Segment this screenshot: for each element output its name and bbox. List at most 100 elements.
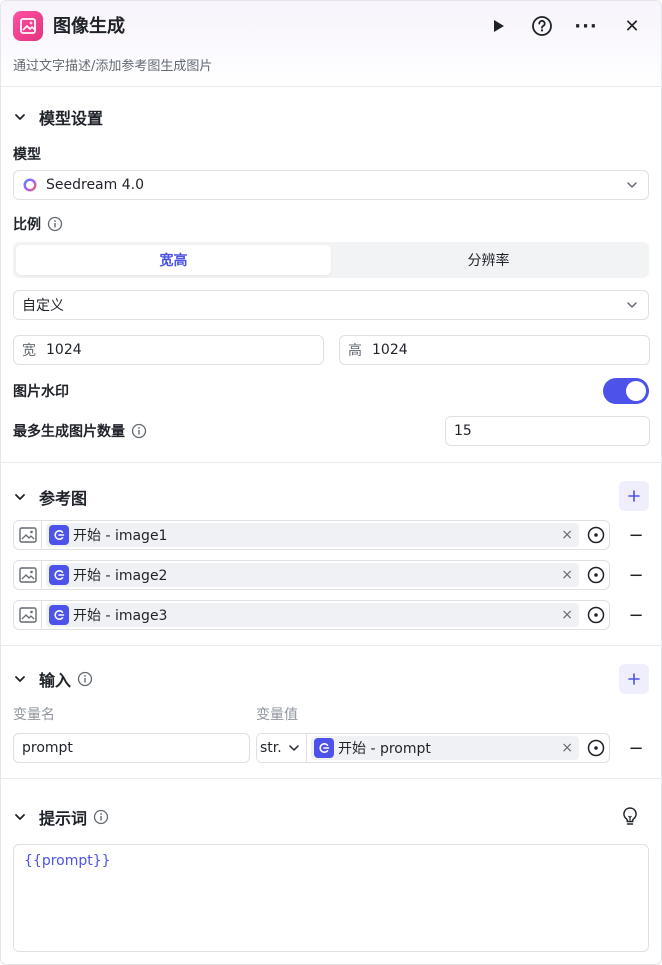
- remove-reference-button[interactable]: −: [625, 524, 647, 546]
- height-input[interactable]: 高 1024: [339, 335, 650, 365]
- chevron-down-icon: [13, 110, 27, 124]
- ratio-label-text: 比例: [13, 217, 41, 233]
- select-variable-button[interactable]: [583, 566, 609, 584]
- reference-image-row: 开始 - image2 ×: [13, 560, 610, 590]
- remove-reference-button[interactable]: −: [625, 604, 647, 626]
- ratio-preset-value: 自定义: [22, 298, 64, 314]
- remove-input-button[interactable]: −: [625, 737, 647, 759]
- input-section-title: 输入: [39, 671, 72, 690]
- ref-source: 开始: [73, 568, 101, 584]
- more-options-button[interactable]: ···: [573, 13, 599, 39]
- prompt-section-header[interactable]: 提示词: [13, 805, 109, 829]
- toggle-knob: [626, 381, 646, 401]
- ref-variable: image1: [114, 528, 168, 544]
- close-button[interactable]: ✕: [619, 13, 645, 39]
- target-icon: [587, 526, 605, 544]
- target-icon: [587, 566, 605, 584]
- type-select-value: str.: [260, 740, 282, 756]
- image-type-icon: [14, 601, 42, 629]
- chevron-down-icon: [626, 179, 638, 191]
- reference-images-section: 参考图 开始 - image1 × − 开始 - image2 × − 开始 -…: [1, 463, 661, 646]
- image-type-icon: [14, 521, 42, 549]
- info-icon[interactable]: [93, 809, 109, 825]
- run-button[interactable]: [485, 13, 511, 39]
- variable-reference-text: 开始 - image1: [73, 525, 167, 545]
- width-input[interactable]: 宽 1024: [13, 335, 324, 365]
- width-prefix: 宽: [22, 343, 36, 359]
- type-select[interactable]: str.: [257, 734, 307, 762]
- clear-reference-button[interactable]: ×: [561, 607, 573, 623]
- clear-reference-button[interactable]: ×: [561, 527, 573, 543]
- max-images-label: 最多生成图片数量: [13, 421, 147, 441]
- image-generation-app-icon: [13, 11, 43, 41]
- ref-source: 开始: [73, 608, 101, 624]
- chevron-down-icon: [626, 299, 638, 311]
- variable-reference-tag: 开始 - prompt ×: [311, 736, 579, 760]
- start-node-icon: [49, 525, 69, 545]
- target-icon: [587, 739, 605, 757]
- max-images-input[interactable]: 15: [445, 416, 650, 446]
- variable-reference-tag: 开始 - image2 ×: [46, 563, 579, 587]
- reference-images-title: 参考图: [39, 489, 88, 508]
- variable-name-value: prompt: [22, 740, 73, 756]
- variable-name-column-label: 变量名: [13, 707, 55, 723]
- watermark-label: 图片水印: [13, 384, 69, 400]
- remove-reference-button[interactable]: −: [625, 564, 647, 586]
- height-value: 1024: [372, 342, 408, 358]
- tab-width-height[interactable]: 宽高: [16, 245, 331, 275]
- image-generation-panel: 图像生成 通过文字描述/添加参考图生成图片 ··· ✕ 模型设置 模型 Seed…: [0, 0, 662, 965]
- ref-variable: image3: [114, 608, 168, 624]
- variable-reference-tag: 开始 - image1 ×: [46, 523, 579, 547]
- add-reference-image-button[interactable]: [619, 481, 649, 511]
- model-select[interactable]: Seedream 4.0: [13, 170, 649, 200]
- reference-image-row: 开始 - image3 ×: [13, 600, 610, 630]
- select-variable-button[interactable]: [583, 606, 609, 624]
- variable-reference-tag: 开始 - image3 ×: [46, 603, 579, 627]
- start-node-icon: [49, 565, 69, 585]
- add-input-button[interactable]: [619, 664, 649, 694]
- clear-reference-button[interactable]: ×: [561, 567, 573, 583]
- info-icon[interactable]: [131, 423, 147, 439]
- model-label: 模型: [13, 147, 41, 163]
- ref-separator: -: [101, 568, 115, 584]
- ratio-mode-tabs: 宽高 分辨率: [13, 242, 649, 278]
- model-settings-header[interactable]: 模型设置: [13, 105, 103, 129]
- model-select-value: Seedream 4.0: [46, 177, 144, 193]
- max-images-label-text: 最多生成图片数量: [13, 424, 125, 440]
- select-variable-button[interactable]: [583, 526, 609, 544]
- width-value: 1024: [46, 342, 82, 358]
- ref-separator: -: [101, 528, 115, 544]
- ref-source: 开始: [338, 741, 366, 757]
- clear-reference-button[interactable]: ×: [561, 740, 573, 756]
- play-icon: [494, 20, 504, 32]
- variable-reference-text: 开始 - image3: [73, 605, 167, 625]
- prompt-suggestion-button[interactable]: [619, 805, 641, 827]
- info-icon[interactable]: [47, 216, 63, 232]
- help-button[interactable]: [529, 13, 555, 39]
- ref-separator: -: [366, 741, 380, 757]
- ratio-preset-select[interactable]: 自定义: [13, 290, 649, 320]
- input-section-header[interactable]: 输入: [13, 667, 93, 691]
- reference-image-row: 开始 - image1 ×: [13, 520, 610, 550]
- height-prefix: 高: [348, 343, 362, 359]
- watermark-toggle[interactable]: [603, 378, 649, 404]
- input-section: 输入 变量名 变量值 prompt str. 开始 - prompt × −: [1, 646, 661, 779]
- variable-value-column-label: 变量值: [256, 707, 298, 723]
- prompt-textarea[interactable]: {{prompt}}: [13, 844, 649, 952]
- select-variable-button[interactable]: [583, 739, 609, 757]
- reference-images-header[interactable]: 参考图: [13, 485, 87, 509]
- plus-icon: [628, 490, 640, 502]
- info-icon[interactable]: [77, 671, 93, 687]
- chevron-down-icon: [13, 672, 27, 686]
- model-settings-title: 模型设置: [39, 109, 104, 128]
- target-icon: [587, 606, 605, 624]
- tab-resolution[interactable]: 分辨率: [331, 245, 646, 275]
- variable-value-field: str. 开始 - prompt ×: [256, 733, 610, 763]
- ratio-label: 比例: [13, 214, 63, 234]
- lightbulb-icon: [623, 807, 637, 825]
- plus-icon: [628, 673, 640, 685]
- chevron-down-icon: [13, 810, 27, 824]
- start-node-icon: [314, 738, 334, 758]
- max-images-value: 15: [454, 423, 472, 439]
- variable-name-input[interactable]: prompt: [13, 733, 250, 763]
